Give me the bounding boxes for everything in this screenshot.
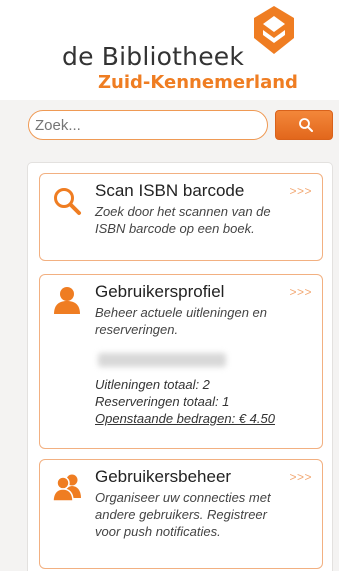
card-title: Gebruikersprofiel xyxy=(95,282,225,301)
user-profile-card[interactable]: Gebruikersprofiel >>> Beheer actuele uit… xyxy=(39,274,323,449)
reservations-total: Reserveringen totaal: 1 xyxy=(95,394,230,409)
card-title: Gebruikersbeheer xyxy=(95,467,232,486)
user-management-card[interactable]: Gebruikersbeheer >>> Organiseer uw conne… xyxy=(39,459,323,569)
search-icon xyxy=(299,118,313,132)
library-logo-icon xyxy=(254,6,294,54)
logo-title: de Bibliotheek xyxy=(62,42,245,71)
user-icon xyxy=(54,287,80,314)
outstanding-amount-link[interactable]: Openstaande bedragen: € 4.50 xyxy=(95,410,285,427)
chevron-right-icon: >>> xyxy=(289,184,312,198)
loans-total: Uitleningen totaal: 2 xyxy=(95,377,210,392)
users-icon xyxy=(52,474,81,502)
card-description: Organiseer uw connecties met andere gebr… xyxy=(95,490,271,539)
logo-subtitle: Zuid-Kennemerland xyxy=(98,72,298,93)
user-name-redacted xyxy=(98,353,226,367)
chevron-right-icon: >>> xyxy=(289,470,312,484)
search-bar xyxy=(0,100,339,152)
card-description: Zoek door het scannen van de ISBN barcod… xyxy=(95,204,271,236)
scan-isbn-card[interactable]: Scan ISBN barcode >>> Zoek door het scan… xyxy=(39,173,323,261)
app-header: de Bibliotheek Zuid-Kennemerland xyxy=(0,0,339,100)
chevron-right-icon: >>> xyxy=(289,285,312,299)
card-description: Beheer actuele uitleningen en reserverin… xyxy=(95,305,268,337)
magnifier-icon xyxy=(54,188,81,215)
card-title: Scan ISBN barcode xyxy=(95,181,245,200)
menu-panel: Scan ISBN barcode >>> Zoek door het scan… xyxy=(27,162,333,571)
search-input[interactable] xyxy=(28,110,268,140)
search-button[interactable] xyxy=(275,110,333,140)
